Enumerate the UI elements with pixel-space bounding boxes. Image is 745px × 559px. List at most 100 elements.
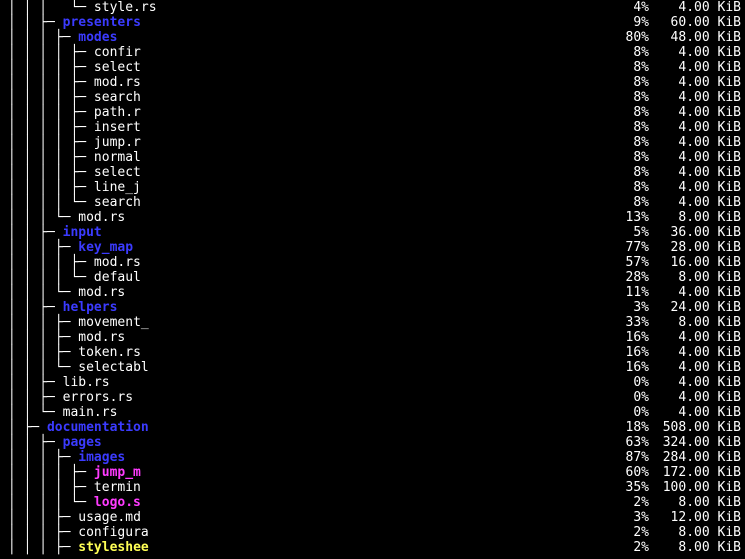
tree-row[interactable]: │ │ │ │ ├─ jump_m60%172.00 KiB [0,465,745,480]
tree-row[interactable]: │ │ ├─ errors.rs0%4.00 KiB [0,390,745,405]
tree-branch: │ │ │ │ ├─ line_j [0,180,141,195]
tree-row[interactable]: │ │ │ ├─ token.rs16%4.00 KiB [0,345,745,360]
percent: 8% [595,75,649,90]
size: 4.00 KiB [649,360,745,375]
tree-branch: │ │ │ ├─ movement_ [0,315,149,330]
size: 4.00 KiB [649,120,745,135]
tree-row[interactable]: │ │ │ ├─ images87%284.00 KiB [0,450,745,465]
entry-name: mod.rs [94,255,141,270]
size: 12.00 KiB [649,510,745,525]
tree-branch: │ │ │ │ ├─ jump_m [0,465,141,480]
entry-name: mod.rs [94,75,141,90]
entry-name: presenters [63,15,141,30]
tree-row[interactable]: │ │ │ │ ├─ normal8%4.00 KiB [0,150,745,165]
entry-name: movement_ [78,315,148,330]
tree-row[interactable]: │ │ │ │ ├─ confir8%4.00 KiB [0,45,745,60]
tree-row[interactable]: │ │ │ │ ├─ mod.rs57%16.00 KiB [0,255,745,270]
size: 4.00 KiB [649,90,745,105]
tree-branch: │ │ ├─ lib.rs [0,375,110,390]
percent: 3% [595,300,649,315]
tree-row[interactable]: │ │ │ ├─ mod.rs16%4.00 KiB [0,330,745,345]
entry-name: token.rs [78,345,141,360]
tree-row[interactable]: │ │ │ │ ├─ termin 35%100.00 KiB [0,480,745,495]
size: 4.00 KiB [649,345,745,360]
percent: 13% [595,210,649,225]
entry-name: jump_m [94,465,141,480]
tree-row[interactable]: │ │ │ │ ├─ line_j8%4.00 KiB [0,180,745,195]
percent: 0% [595,390,649,405]
tree-row[interactable]: │ │ └─ main.rs0%4.00 KiB [0,405,745,420]
percent: 5% [595,225,649,240]
entry-name: path.r [94,105,141,120]
percent: 8% [595,180,649,195]
tree-row[interactable]: │ │ ├─ pages63%324.00 KiB [0,435,745,450]
tree-branch: │ │ │ │ ├─ insert [0,120,141,135]
size: 4.00 KiB [649,135,745,150]
percent: 8% [595,90,649,105]
entry-name: images [78,450,125,465]
tree-branch: │ │ ├─ presenters [0,15,141,30]
percent: 18% [595,420,649,435]
percent: 2% [595,495,649,510]
tree-branch: │ │ │ ├─ images [0,450,125,465]
tree-row[interactable]: │ │ │ │ ├─ select8%4.00 KiB [0,165,745,180]
size: 100.00 KiB [649,480,745,495]
entry-name: usage.md [78,510,141,525]
entry-name: documentation [47,420,149,435]
tree-branch: │ │ │ ├─ configura [0,525,149,540]
tree-branch: │ │ │ ├─ mod.rs [0,330,125,345]
size: 4.00 KiB [649,285,745,300]
size: 16.00 KiB [649,255,745,270]
size: 36.00 KiB [649,225,745,240]
tree-row[interactable]: │ │ │ ├─ usage.md3%12.00 KiB [0,510,745,525]
tree-branch: │ │ │ │ ├─ mod.rs [0,255,141,270]
tree-row[interactable]: │ │ │ ├─ configura2%8.00 KiB [0,525,745,540]
tree-row[interactable]: │ │ │ │ ├─ jump.r8%4.00 KiB [0,135,745,150]
tree-branch: │ │ │ └─ mod.rs [0,285,125,300]
tree-row[interactable]: │ │ │ │ └─ search8%4.00 KiB [0,195,745,210]
tree-row[interactable]: │ │ │ │ ├─ search8%4.00 KiB [0,90,745,105]
percent: 0% [595,405,649,420]
tree-branch: │ │ │ │ ├─ termin [0,480,141,495]
tree-branch: │ │ │ └─ selectabl [0,360,149,375]
disk-usage-tree[interactable]: │ │ │ └─ style.rs4%4.00 KiB │ │ ├─ prese… [0,0,745,555]
tree-row[interactable]: │ │ │ └─ selectabl16%4.00 KiB [0,360,745,375]
entry-name: confir [94,45,141,60]
tree-row[interactable]: │ │ │ │ ├─ mod.rs8%4.00 KiB [0,75,745,90]
tree-row[interactable]: │ │ │ └─ style.rs4%4.00 KiB [0,0,745,15]
tree-row[interactable]: │ │ │ │ ├─ path.r8%4.00 KiB [0,105,745,120]
size: 324.00 KiB [649,435,745,450]
tree-row[interactable]: │ │ ├─ input5%36.00 KiB [0,225,745,240]
size: 24.00 KiB [649,300,745,315]
tree-branch: │ │ ├─ errors.rs [0,390,133,405]
tree-row[interactable]: │ │ │ ├─ movement_33%8.00 KiB [0,315,745,330]
tree-row[interactable]: │ │ │ ├─ styleshee2%8.00 KiB [0,540,745,555]
tree-row[interactable]: │ │ │ ├─ key_map77%28.00 KiB [0,240,745,255]
tree-row[interactable]: │ │ │ │ └─ logo.s2%8.00 KiB [0,495,745,510]
entry-name: insert [94,120,141,135]
tree-branch: │ │ │ │ ├─ path.r [0,105,141,120]
percent: 35% [595,480,649,495]
entry-name: style.rs [94,0,157,15]
entry-name: normal [94,150,141,165]
tree-row[interactable]: │ │ │ │ ├─ select8%4.00 KiB [0,60,745,75]
entry-name: errors.rs [63,390,133,405]
percent: 2% [595,540,649,555]
entry-name: termin [94,480,141,495]
tree-row[interactable]: │ │ ├─ helpers3%24.00 KiB [0,300,745,315]
tree-row[interactable]: │ │ ├─ lib.rs0%4.00 KiB [0,375,745,390]
entry-name: mod.rs [78,210,125,225]
entry-name: configura [78,525,148,540]
tree-row[interactable]: │ │ │ │ ├─ insert8%4.00 KiB [0,120,745,135]
size: 4.00 KiB [649,195,745,210]
tree-row[interactable]: │ │ ├─ presenters9%60.00 KiB [0,15,745,30]
tree-row[interactable]: │ │ │ │ └─ defaul28%8.00 KiB [0,270,745,285]
percent: 4% [595,0,649,15]
percent: 63% [595,435,649,450]
tree-row[interactable]: │ │ │ └─ mod.rs11%4.00 KiB [0,285,745,300]
tree-row[interactable]: │ ├─ documentation18%508.00 KiB [0,420,745,435]
percent: 60% [595,465,649,480]
tree-row[interactable]: │ │ │ ├─ modes80%48.00 KiB [0,30,745,45]
tree-row[interactable]: │ │ │ └─ mod.rs13%8.00 KiB [0,210,745,225]
entry-name: defaul [94,270,141,285]
